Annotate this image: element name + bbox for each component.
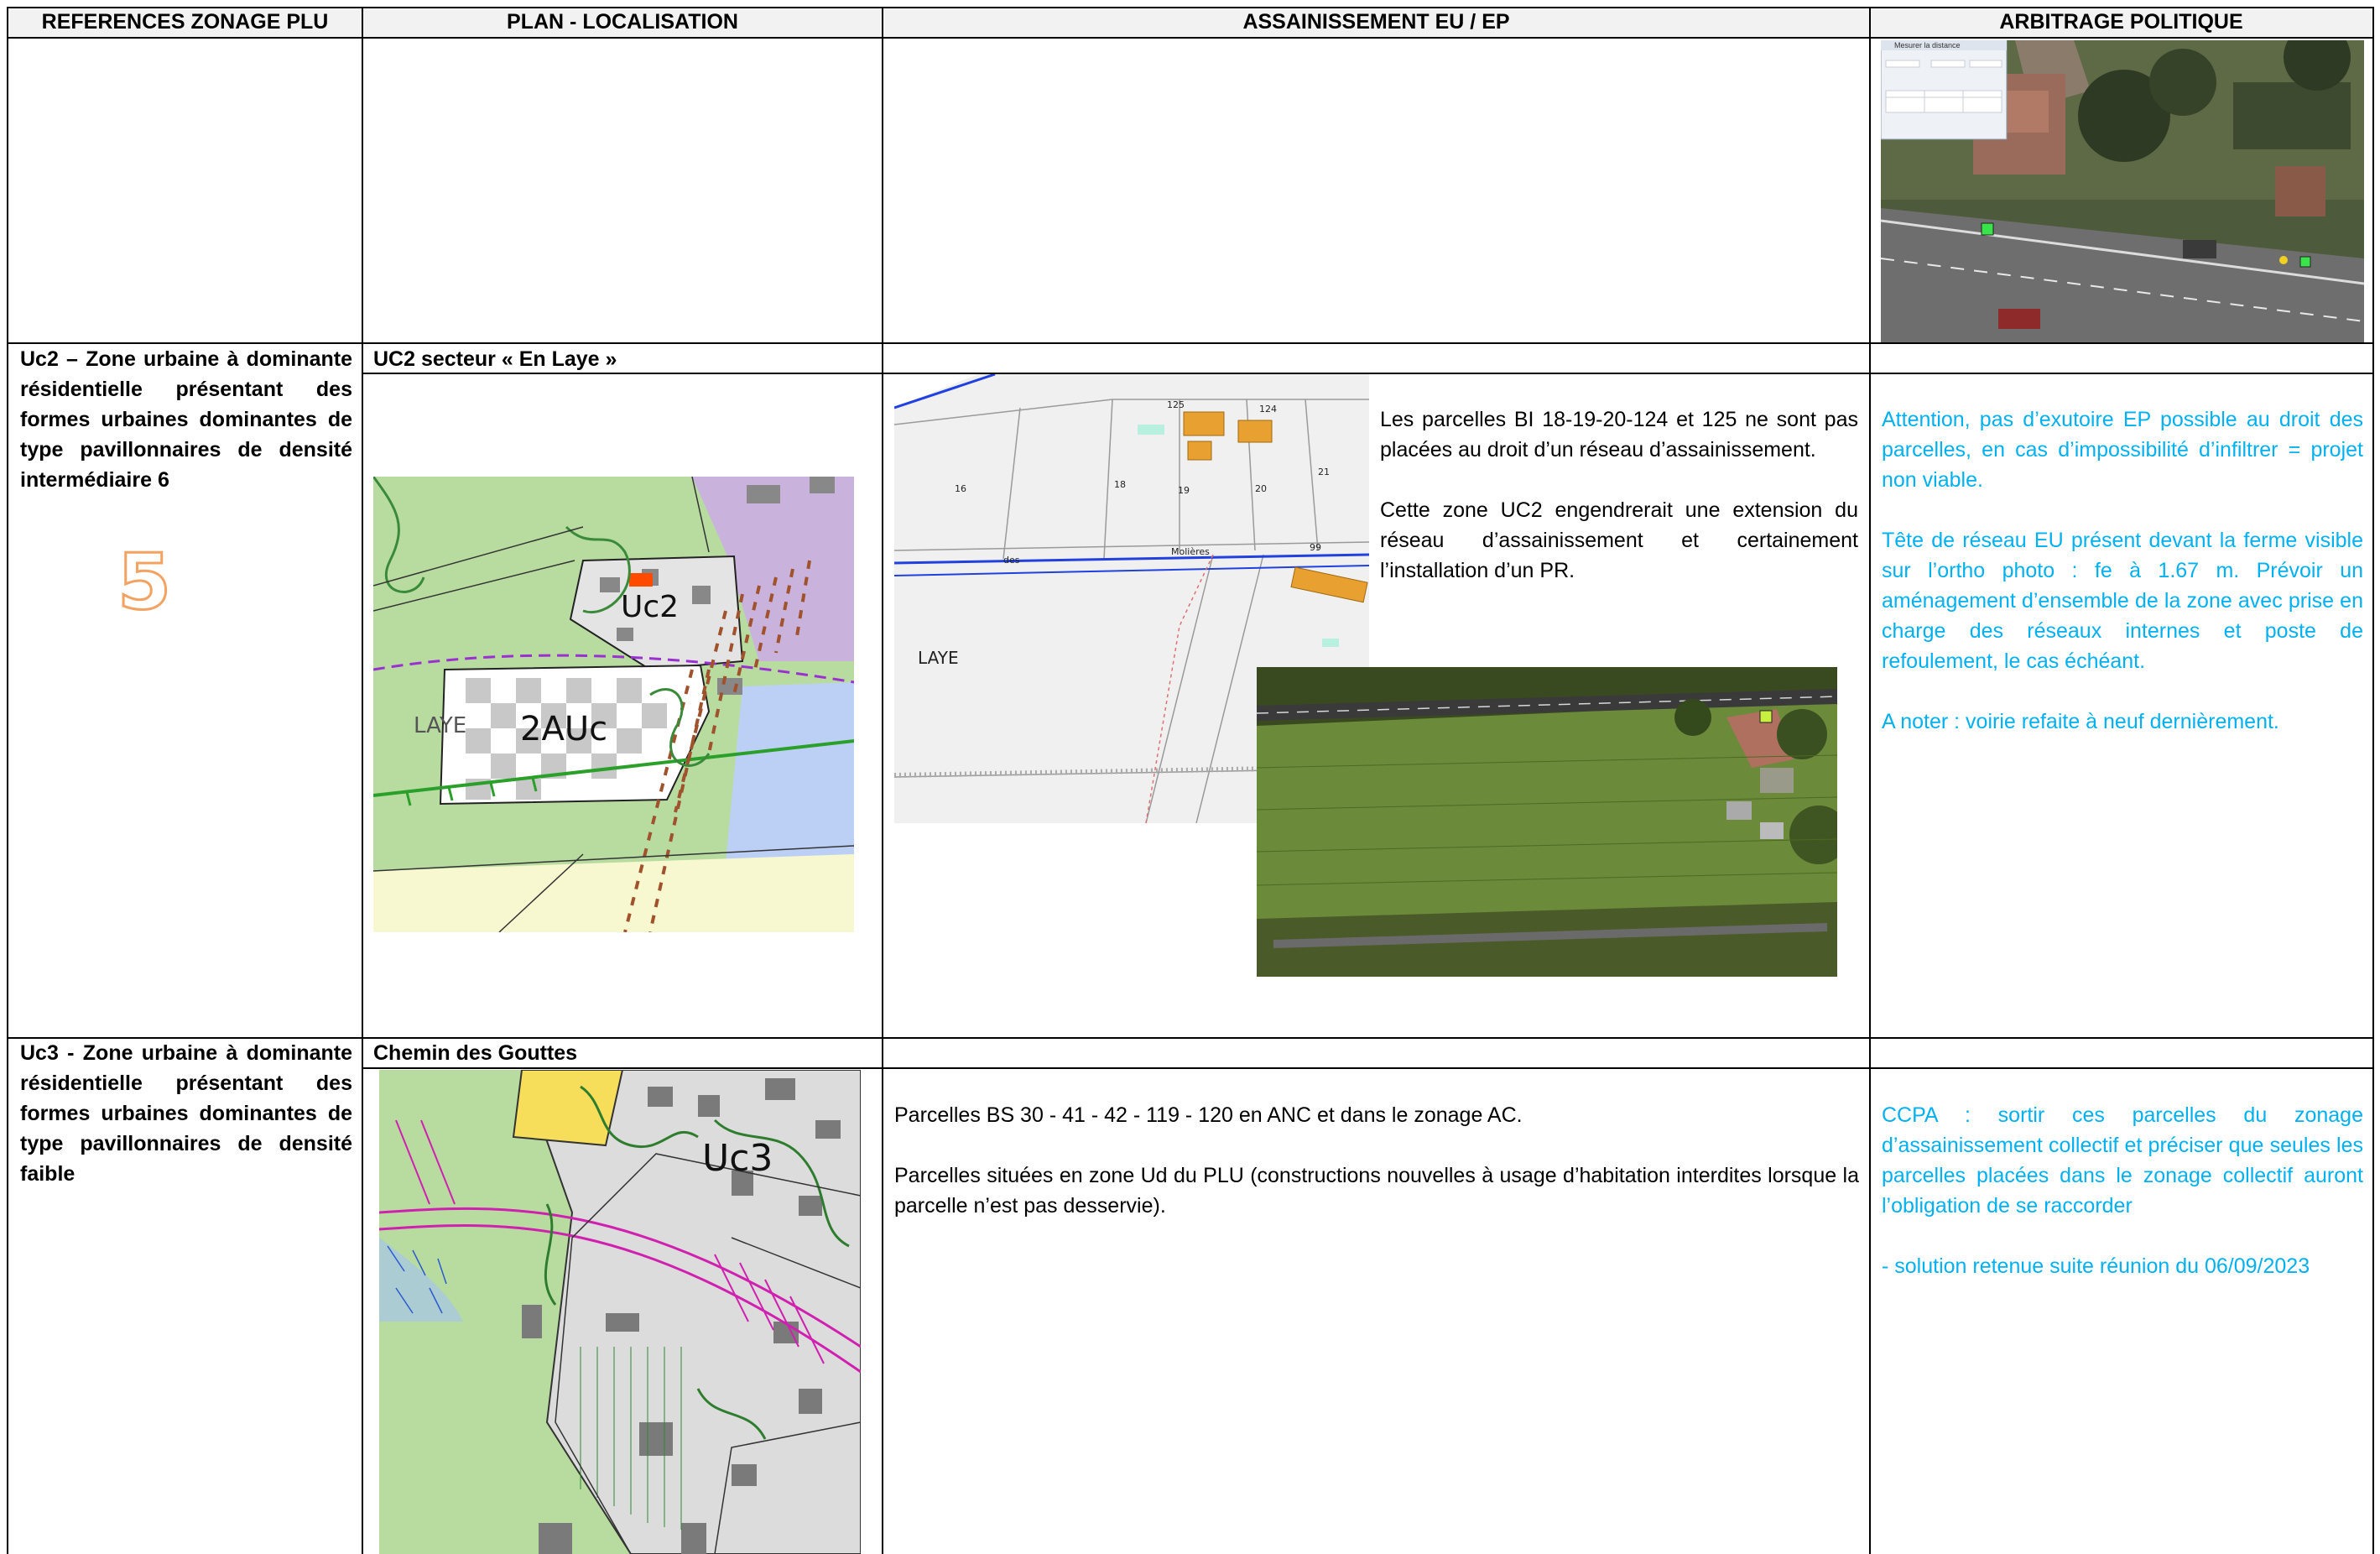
arbitrage-para-2: Tête de réseau EU présent devant la ferm… xyxy=(1882,529,2363,673)
zoning-map-uc3: Uc3 xyxy=(379,1070,861,1554)
header-references: REFERENCES ZONAGE PLU xyxy=(8,7,362,37)
arbitrage-para-3: A noter : voirie refaite à neuf dernière… xyxy=(1882,710,2279,733)
zoning-label-2auc: 2AUc xyxy=(520,710,608,748)
header-arbitrage: ARBITRAGE POLITIQUE xyxy=(1871,7,2372,37)
zoning-label-uc2: Uc2 xyxy=(621,590,680,624)
plan-title-uc2: UC2 secteur « En Laye » xyxy=(373,347,617,371)
street-prefix-label: des xyxy=(1003,555,1020,566)
arbitrage-para-1: Attention, pas d’exutoire EP possible au… xyxy=(1882,408,2363,492)
assainissement-para-2: Cette zone UC2 engendrerait une extensio… xyxy=(1380,498,1858,582)
aerial-photo-uc2 xyxy=(1257,667,1837,977)
parcel-label: 21 xyxy=(1318,467,1330,477)
table-border xyxy=(362,7,363,1554)
arbitrage-text-uc3: CCPA : sortir ces parcelles du zonage d’… xyxy=(1882,1100,2363,1312)
parcel-label: 16 xyxy=(955,483,966,494)
cadastre-place-label: LAYE xyxy=(918,648,959,668)
parcel-label: 99 xyxy=(1310,542,1321,553)
assainissement-para-1: Les parcelles BI 18-19-20-124 et 125 ne … xyxy=(1380,408,1858,462)
zone-label-uc3: Uc3 - Zone urbaine à dominante résidenti… xyxy=(20,1041,352,1186)
orthophoto-top: Mesurer la distance xyxy=(1881,40,2364,342)
street-label: Molières xyxy=(1171,546,1210,557)
parcel-label: 124 xyxy=(1259,404,1277,415)
parcel-label: 125 xyxy=(1167,399,1185,410)
table-border xyxy=(1869,7,1871,1554)
parcel-label: 18 xyxy=(1114,479,1126,490)
assainissement-para-4: Parcelles situées en zone Ud du PLU (con… xyxy=(894,1164,1859,1218)
table-border xyxy=(882,7,883,1554)
table-border xyxy=(362,373,2374,374)
zoning-label-uc3: Uc3 xyxy=(702,1137,773,1180)
plan-title-uc3: Chemin des Gouttes xyxy=(373,1041,578,1065)
assainissement-text-uc2: Les parcelles BI 18-19-20-124 et 125 ne … xyxy=(1380,404,1858,616)
parcel-label: 20 xyxy=(1255,483,1267,494)
parcel-label: 19 xyxy=(1178,485,1190,496)
assainissement-para-3: Parcelles BS 30 - 41 - 42 - 119 - 120 en… xyxy=(894,1103,1523,1127)
table-border xyxy=(2372,7,2374,1554)
assainissement-text-uc3: Parcelles BS 30 - 41 - 42 - 119 - 120 en… xyxy=(894,1100,1859,1251)
header-assainissement: ASSAINISSEMENT EU / EP xyxy=(883,7,1869,37)
zoning-map-uc2: Uc2 2AUc LAYE xyxy=(373,477,854,932)
zoning-label-laye: LAYE xyxy=(414,713,467,738)
arbitrage-para-5: - solution retenue suite réunion du 06/0… xyxy=(1882,1254,2310,1278)
header-plan: PLAN - LOCALISATION xyxy=(363,7,882,37)
number-badge: 5 xyxy=(116,536,172,628)
measure-dialog-title: Mesurer la distance xyxy=(1894,41,1961,50)
table-border xyxy=(362,1067,2374,1069)
arbitrage-text-uc2: Attention, pas d’exutoire EP possible au… xyxy=(1882,404,2363,767)
zone-label-uc2: Uc2 – Zone urbaine à dominante résidenti… xyxy=(20,347,352,492)
arbitrage-para-4: CCPA : sortir ces parcelles du zonage d’… xyxy=(1882,1103,2363,1218)
table-border xyxy=(7,7,8,1554)
